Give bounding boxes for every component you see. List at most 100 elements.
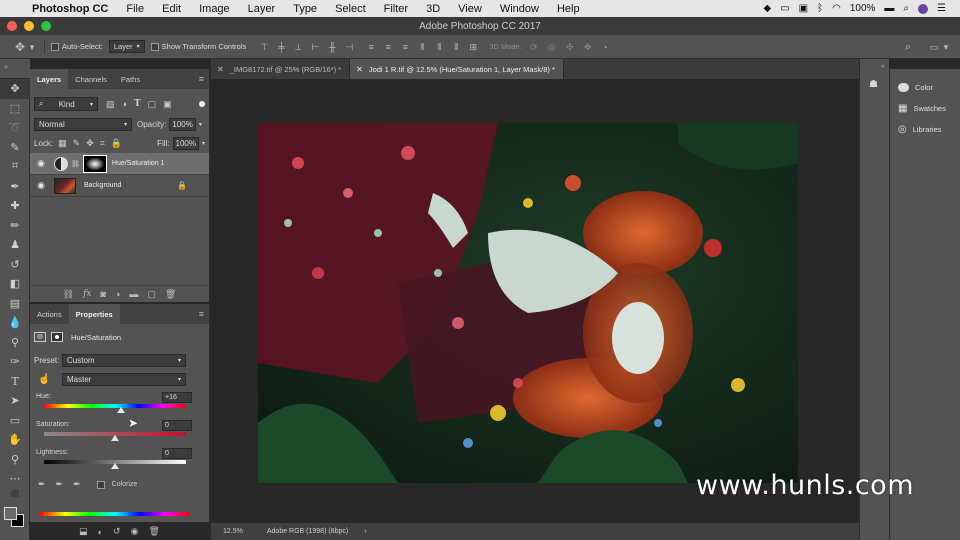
avatar-icon[interactable]: [918, 3, 929, 14]
lock-transparent-icon[interactable]: ▦: [58, 138, 67, 149]
clone-stamp-tool-icon[interactable]: ♟: [0, 235, 30, 255]
battery-icon[interactable]: ▬: [884, 3, 894, 14]
filter-kind-dropdown[interactable]: ⌕ Kind ▾: [34, 97, 98, 111]
brush-tool-icon[interactable]: ✏: [0, 216, 30, 236]
align-right-icon[interactable]: ⊣: [343, 41, 355, 53]
search-icon[interactable]: ⌕: [902, 41, 914, 53]
new-layer-icon[interactable]: ▢: [147, 289, 156, 300]
tool-preset-dropdown-icon[interactable]: ▾: [26, 41, 38, 53]
chevron-right-icon[interactable]: ›: [364, 528, 366, 535]
panel-color[interactable]: Color: [890, 77, 960, 98]
tab-paths[interactable]: Paths: [114, 69, 147, 89]
healing-brush-tool-icon[interactable]: ✚: [0, 196, 30, 216]
crop-tool-icon[interactable]: ⌗: [0, 157, 30, 177]
distribute-bottom-icon[interactable]: ≡: [399, 41, 411, 53]
auto-select-target-dropdown[interactable]: Layer ▾: [108, 40, 145, 53]
menu-filter[interactable]: Filter: [375, 3, 417, 15]
history-brush-tool-icon[interactable]: ↺: [0, 255, 30, 275]
filter-adjustment-icon[interactable]: ◑: [122, 99, 127, 110]
menu-image[interactable]: Image: [190, 3, 239, 15]
filter-smart-object-icon[interactable]: ▣: [163, 99, 172, 110]
auto-align-icon[interactable]: ⊞: [467, 41, 479, 53]
layer-mask-icon[interactable]: [51, 332, 63, 342]
3d-scale-icon[interactable]: ▪: [600, 41, 612, 53]
more-tools-icon[interactable]: ⋯: [0, 469, 30, 489]
layer-row-background[interactable]: ◉ Background 🔒: [30, 175, 209, 197]
panel-menu-icon[interactable]: ≡: [199, 74, 209, 84]
menu-3d[interactable]: 3D: [417, 3, 449, 15]
menu-select[interactable]: Select: [326, 3, 375, 15]
close-icon[interactable]: ✕: [217, 65, 224, 74]
layer-name[interactable]: Hue/Saturation 1: [112, 160, 165, 167]
link-icon[interactable]: ⛓: [71, 160, 80, 168]
3d-orbit-icon[interactable]: ⟳: [528, 41, 540, 53]
saturation-slider-thumb[interactable]: [111, 435, 119, 441]
pen-tool-icon[interactable]: ✑: [0, 352, 30, 372]
fill-field[interactable]: 100%: [172, 136, 199, 150]
3d-pan-icon[interactable]: ✣: [564, 41, 576, 53]
layer-style-icon[interactable]: fx: [83, 289, 91, 299]
clip-to-layer-icon[interactable]: ⬓: [79, 526, 88, 537]
bluetooth-icon[interactable]: ᛒ: [817, 3, 823, 14]
tab-actions[interactable]: Actions: [30, 304, 69, 324]
link-layers-icon[interactable]: ⛓: [63, 289, 74, 300]
align-vcenter-icon[interactable]: ╪: [275, 41, 287, 53]
menu-type[interactable]: Type: [284, 3, 326, 15]
channel-dropdown[interactable]: Master ▾: [62, 373, 186, 386]
distribute-left-icon[interactable]: ⦀: [416, 41, 428, 53]
preset-dropdown[interactable]: Custom ▾: [62, 354, 186, 367]
add-mask-icon[interactable]: ◙: [101, 289, 106, 299]
filter-shape-icon[interactable]: ▢: [148, 99, 157, 110]
search-icon[interactable]: ⌕: [903, 3, 909, 14]
align-bottom-icon[interactable]: ⊥: [292, 41, 304, 53]
marquee-tool-icon[interactable]: ⬚: [0, 99, 30, 119]
hue-slider-track[interactable]: [44, 404, 186, 408]
align-top-icon[interactable]: ⊤: [258, 41, 270, 53]
learn-panel-icon[interactable]: ☗: [869, 79, 878, 90]
wifi-icon[interactable]: ◠: [832, 3, 841, 14]
hand-tool-icon[interactable]: ✋: [0, 430, 30, 450]
tab-layers[interactable]: Layers: [30, 69, 69, 89]
lock-icon[interactable]: 🔒: [177, 181, 187, 190]
default-colors-icon[interactable]: ⬛: [0, 489, 30, 499]
saturation-value-field[interactable]: 0: [162, 420, 192, 431]
menu-file[interactable]: File: [117, 3, 153, 15]
dodge-tool-icon[interactable]: ⚲: [0, 333, 30, 353]
move-tool-icon[interactable]: ✥: [0, 79, 30, 99]
layer-thumbnail[interactable]: [54, 177, 76, 194]
menu-view[interactable]: View: [449, 3, 491, 15]
opacity-field[interactable]: 100%: [169, 117, 196, 131]
view-previous-icon[interactable]: ◐: [98, 527, 103, 537]
distribute-hcenter-icon[interactable]: ⦀: [433, 41, 445, 53]
lock-artboard-icon[interactable]: ⌗: [100, 138, 105, 149]
colorize-checkbox[interactable]: [96, 480, 105, 489]
distribute-vcenter-icon[interactable]: ≡: [382, 41, 394, 53]
eraser-tool-icon[interactable]: ◧: [0, 274, 30, 294]
layer-mask-thumbnail[interactable]: [82, 154, 107, 173]
battery-label[interactable]: 100%: [850, 3, 876, 14]
gradient-tool-icon[interactable]: ▤: [0, 294, 30, 314]
auto-select-checkbox[interactable]: [51, 42, 59, 51]
chevron-down-icon[interactable]: ▾: [202, 140, 205, 147]
lasso-tool-icon[interactable]: ➰: [0, 118, 30, 138]
show-transform-checkbox[interactable]: [150, 42, 159, 51]
new-group-icon[interactable]: ▬: [129, 289, 138, 299]
eyedropper-icon[interactable]: ✒: [38, 479, 46, 490]
reset-icon[interactable]: ↺: [113, 526, 121, 537]
list-icon[interactable]: ☰: [937, 3, 946, 14]
doc-tab-img8172[interactable]: ✕ _IMG8172.tif @ 25% (RGB/16*) *: [211, 59, 351, 79]
foreground-color-swatch[interactable]: [4, 507, 17, 520]
hue-saturation-icon[interactable]: ▤: [34, 332, 46, 342]
workspace-icon[interactable]: ▭: [928, 41, 940, 53]
lock-image-icon[interactable]: ✎: [73, 138, 81, 149]
3d-slide-icon[interactable]: ✥: [582, 41, 594, 53]
eyedropper-tool-icon[interactable]: ✒: [0, 177, 30, 197]
menu-edit[interactable]: Edit: [153, 3, 190, 15]
hue-slider-thumb[interactable]: [117, 407, 126, 413]
lock-all-icon[interactable]: 🔒: [111, 138, 122, 149]
delete-adjustment-icon[interactable]: 🗑: [148, 526, 159, 537]
new-adjustment-icon[interactable]: ◑: [115, 289, 120, 299]
quick-select-tool-icon[interactable]: ✎: [0, 138, 30, 158]
eyedropper-minus-icon[interactable]: ✒: [73, 479, 81, 490]
menu-window[interactable]: Window: [491, 3, 548, 15]
